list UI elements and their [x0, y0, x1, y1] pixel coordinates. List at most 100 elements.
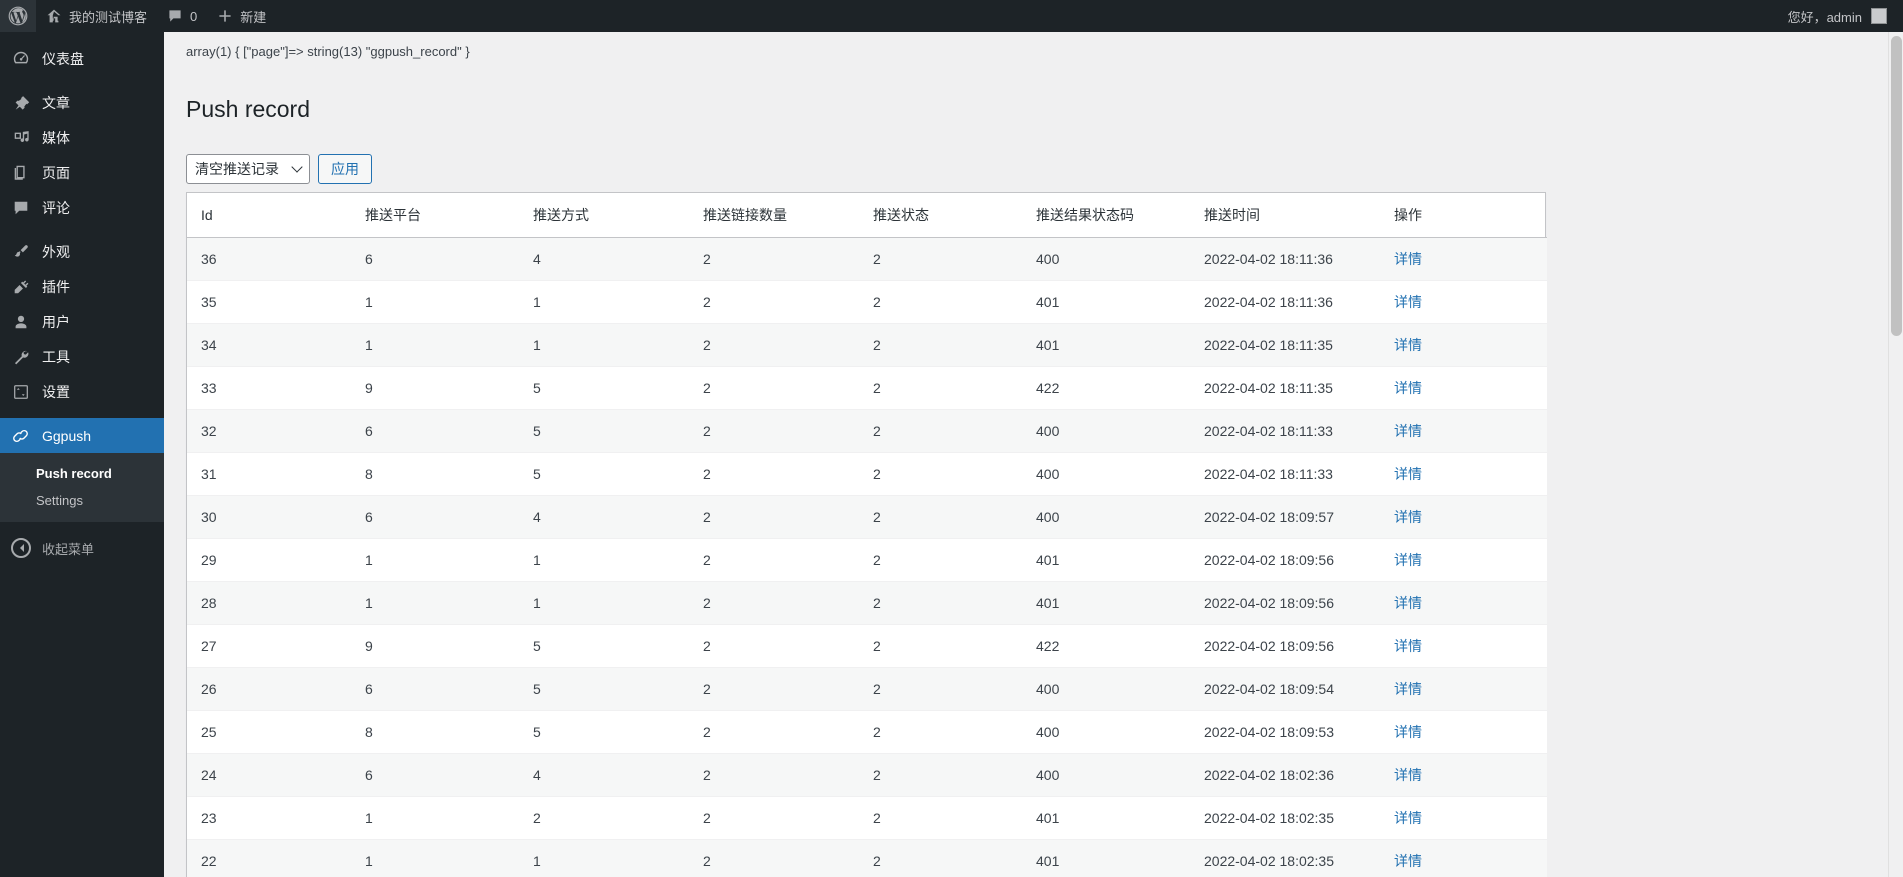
sidebar-item-tools[interactable]: 工具: [0, 339, 164, 374]
cell-link-count: 2: [693, 280, 863, 325]
cell-action: 详情: [1384, 495, 1547, 540]
site-name-label: 我的测试博客: [69, 9, 148, 25]
page-scrollbar-thumb[interactable]: [1891, 36, 1902, 336]
cell-action: 详情: [1384, 323, 1547, 368]
cell-method: 5: [523, 710, 693, 755]
cell-method: 1: [523, 280, 693, 325]
submenu-item-settings[interactable]: Settings: [0, 487, 164, 514]
cell-time: 2022-04-02 18:09:54: [1194, 667, 1384, 712]
detail-link[interactable]: 详情: [1394, 595, 1422, 611]
comments-button[interactable]: 0: [157, 0, 207, 32]
new-content-button[interactable]: 新建: [207, 0, 276, 32]
apply-button[interactable]: 应用: [318, 154, 372, 185]
sidebar-item-label: 评论: [42, 199, 70, 216]
detail-link[interactable]: 详情: [1394, 767, 1422, 783]
cell-status: 2: [863, 753, 1026, 798]
cell-id: 29: [187, 538, 355, 583]
cell-action: 详情: [1384, 366, 1547, 411]
cell-method: 4: [523, 495, 693, 540]
table-row: 26 6 5 2 2 400 2022-04-02 18:09:54 详情: [187, 667, 1547, 712]
cell-id: 24: [187, 753, 355, 798]
detail-link[interactable]: 详情: [1394, 337, 1422, 353]
comment-bubble-icon: [11, 198, 31, 218]
cell-method: 1: [523, 839, 693, 877]
table-row: 31 8 5 2 2 400 2022-04-02 18:11:33 详情: [187, 452, 1547, 497]
my-account-button[interactable]: 您好，admin: [1778, 0, 1903, 32]
cell-id: 27: [187, 624, 355, 669]
sidebar-item-label: 媒体: [42, 129, 70, 146]
home-icon: [46, 8, 62, 24]
cell-action: 详情: [1384, 796, 1547, 841]
media-icon: [11, 128, 31, 148]
detail-link[interactable]: 详情: [1394, 853, 1422, 869]
cell-method: 4: [523, 753, 693, 798]
cell-result-code: 400: [1026, 667, 1194, 712]
collapse-arrow-icon: [11, 538, 31, 558]
sidebar-item-label: 外观: [42, 243, 70, 260]
detail-link[interactable]: 详情: [1394, 681, 1422, 697]
detail-link[interactable]: 详情: [1394, 423, 1422, 439]
sidebar-item-plugins[interactable]: 插件: [0, 269, 164, 304]
pages-icon: [11, 163, 31, 183]
cell-status: 2: [863, 710, 1026, 755]
page-scrollbar-track[interactable]: [1888, 32, 1903, 877]
sidebar-item-media[interactable]: 媒体: [0, 120, 164, 155]
sidebar-item-dashboard[interactable]: 仪表盘: [0, 41, 164, 76]
cell-result-code: 401: [1026, 796, 1194, 841]
detail-link[interactable]: 详情: [1394, 810, 1422, 826]
detail-link[interactable]: 详情: [1394, 466, 1422, 482]
detail-link[interactable]: 详情: [1394, 380, 1422, 396]
sidebar-item-settings[interactable]: 设置: [0, 374, 164, 409]
cell-method: 1: [523, 581, 693, 626]
cell-result-code: 401: [1026, 839, 1194, 877]
cell-id: 32: [187, 409, 355, 454]
table-row: 36 6 4 2 2 400 2022-04-02 18:11:36 详情: [187, 237, 1547, 282]
submenu-item-push-record[interactable]: Push record: [0, 460, 164, 487]
admin-bar-spacer: [276, 0, 1777, 32]
cell-method: 5: [523, 624, 693, 669]
column-header-link-count: 推送链接数量: [693, 193, 863, 239]
cell-result-code: 401: [1026, 280, 1194, 325]
detail-link[interactable]: 详情: [1394, 638, 1422, 654]
column-header-result-code: 推送结果状态码: [1026, 193, 1194, 239]
detail-link[interactable]: 详情: [1394, 509, 1422, 525]
cell-time: 2022-04-02 18:11:35: [1194, 323, 1384, 368]
cell-status: 2: [863, 581, 1026, 626]
cell-link-count: 2: [693, 409, 863, 454]
sidebar-item-ggpush[interactable]: Ggpush: [0, 418, 164, 453]
sidebar-item-pages[interactable]: 页面: [0, 155, 164, 190]
cell-time: 2022-04-02 18:11:33: [1194, 409, 1384, 454]
collapse-menu-button[interactable]: 收起菜单: [0, 531, 164, 565]
table-row: 30 6 4 2 2 400 2022-04-02 18:09:57 详情: [187, 495, 1547, 540]
cell-status: 2: [863, 667, 1026, 712]
cell-link-count: 2: [693, 366, 863, 411]
cell-action: 详情: [1384, 280, 1547, 325]
cell-id: 35: [187, 280, 355, 325]
cell-result-code: 400: [1026, 495, 1194, 540]
cell-link-count: 2: [693, 581, 863, 626]
cell-link-count: 2: [693, 237, 863, 282]
sidebar-item-label: 仪表盘: [42, 50, 84, 67]
paintbrush-icon: [11, 242, 31, 262]
cell-status: 2: [863, 237, 1026, 282]
site-name-button[interactable]: 我的测试博客: [36, 0, 157, 32]
detail-link[interactable]: 详情: [1394, 724, 1422, 740]
cell-result-code: 422: [1026, 366, 1194, 411]
plug-icon: [11, 277, 31, 297]
sidebar-item-label: 用户: [42, 313, 70, 330]
bulk-action-select-wrapper: 清空推送记录: [186, 154, 310, 185]
cell-link-count: 2: [693, 667, 863, 712]
sidebar-item-comments[interactable]: 评论: [0, 190, 164, 225]
bulk-action-select[interactable]: 清空推送记录: [186, 154, 310, 185]
detail-link[interactable]: 详情: [1394, 552, 1422, 568]
detail-link[interactable]: 详情: [1394, 251, 1422, 267]
sidebar-item-label: 插件: [42, 278, 70, 295]
wordpress-logo-button[interactable]: [0, 0, 36, 32]
main-content-area: array(1) { ["page"]=> string(13) "ggpush…: [164, 32, 1903, 877]
sidebar-item-users[interactable]: 用户: [0, 304, 164, 339]
sidebar-item-label: Ggpush: [42, 427, 92, 444]
sidebar-item-appearance[interactable]: 外观: [0, 234, 164, 269]
detail-link[interactable]: 详情: [1394, 294, 1422, 310]
sidebar-item-posts[interactable]: 文章: [0, 85, 164, 120]
cell-method: 5: [523, 452, 693, 497]
